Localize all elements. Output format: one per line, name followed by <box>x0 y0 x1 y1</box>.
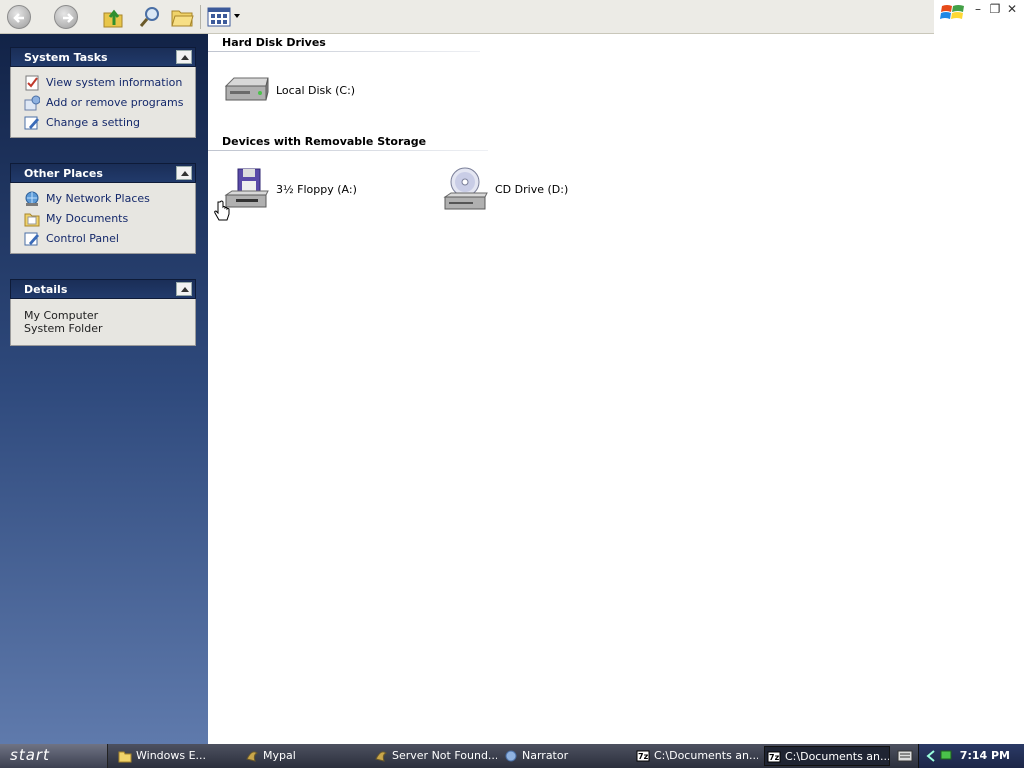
control-panel-icon <box>24 232 39 246</box>
system-tasks-header[interactable]: System Tasks <box>10 47 196 67</box>
views-button[interactable] <box>207 5 231 29</box>
add-remove-icon <box>24 95 40 111</box>
drive-floppy-a[interactable]: 3½ Floppy (A:) <box>222 165 372 215</box>
minimize-button[interactable]: – <box>970 1 986 17</box>
system-tasks-panel: System Tasks View system information Add… <box>10 47 196 138</box>
network-icon <box>25 191 39 206</box>
network-status-icon[interactable] <box>939 748 955 764</box>
details-title: Details <box>24 283 68 296</box>
other-places-title: Other Places <box>24 167 103 180</box>
place-my-documents[interactable]: My Documents <box>24 209 195 229</box>
keyboard-icon[interactable] <box>897 749 913 763</box>
forward-arrow-icon <box>63 13 74 23</box>
task-change-setting[interactable]: Change a setting <box>24 113 195 133</box>
start-label: start <box>10 746 50 764</box>
system-tasks-title: System Tasks <box>24 51 108 64</box>
7zip-icon: 7z <box>636 750 650 762</box>
drive-label: Local Disk (C:) <box>276 84 356 97</box>
svg-text:7z: 7z <box>769 753 780 762</box>
search-button[interactable] <box>138 5 162 29</box>
task-label: Change a setting <box>46 116 140 129</box>
tray-expand-icon[interactable] <box>923 748 939 764</box>
mypal-icon <box>246 751 258 762</box>
taskbar-item-windows-explorer[interactable]: Windows E... <box>116 746 238 766</box>
7zip-icon: 7z <box>767 751 781 763</box>
change-setting-icon <box>24 116 39 130</box>
window-controls: – ❐ ✕ <box>934 0 1024 34</box>
hard-drive-icon <box>224 77 269 101</box>
taskbar-item-label: C:\Documents an... <box>654 749 758 762</box>
other-places-panel: Other Places My Network Places My Docume… <box>10 163 196 254</box>
collapse-other-places-button[interactable] <box>176 166 192 180</box>
drive-local-disk-c[interactable]: Local Disk (C:) <box>222 66 372 116</box>
system-tasks-body: View system information Add or remove pr… <box>10 67 196 138</box>
mypal-icon <box>375 751 387 762</box>
back-button[interactable] <box>7 5 31 29</box>
system-tray: 7:14 PM <box>918 744 1024 768</box>
taskbar-item-label: Server Not Found... <box>392 749 497 762</box>
task-view-system-information[interactable]: View system information <box>24 73 195 93</box>
details-type: System Folder <box>24 322 103 335</box>
cd-drive-icon <box>443 167 488 210</box>
taskbar-item-server-not-found[interactable]: Server Not Found... <box>372 746 497 766</box>
taskbar-item-label: Mypal <box>263 749 296 762</box>
details-name: My Computer <box>24 309 99 322</box>
task-add-remove-programs[interactable]: Add or remove programs <box>24 93 195 113</box>
svg-text:7z: 7z <box>638 752 649 761</box>
windows-logo-icon <box>940 5 964 19</box>
details-header[interactable]: Details <box>10 279 196 299</box>
content-area: Hard Disk Drives Local Disk (C:) Devices… <box>208 34 1024 744</box>
restore-button[interactable]: ❐ <box>987 1 1003 17</box>
views-dropdown-arrow[interactable] <box>234 14 240 18</box>
folder-up-icon <box>103 9 123 28</box>
toolbar <box>0 0 934 34</box>
folders-icon <box>171 10 194 27</box>
forward-button[interactable] <box>54 5 78 29</box>
folders-button[interactable] <box>170 5 194 29</box>
folder-icon <box>118 751 132 763</box>
hard-disk-group-title: Hard Disk Drives <box>222 36 326 49</box>
hand-cursor-icon <box>214 200 230 221</box>
taskbar-item-7zip-2[interactable]: 7z C:\Documents an... <box>764 746 890 766</box>
details-panel: Details My Computer System Folder <box>10 279 196 346</box>
place-control-panel[interactable]: Control Panel <box>24 229 195 249</box>
drive-label: 3½ Floppy (A:) <box>276 183 357 196</box>
taskbar-item-label: Windows E... <box>136 749 207 762</box>
drive-cd-d[interactable]: CD Drive (D:) <box>441 165 591 215</box>
taskbar-item-mypal[interactable]: Mypal <box>243 746 368 766</box>
taskbar: start Windows E... Mypal Server Not Foun… <box>0 744 1024 768</box>
task-pane: System Tasks View system information Add… <box>0 34 208 744</box>
taskbar-item-narrator[interactable]: Narrator <box>502 746 627 766</box>
task-label: View system information <box>46 76 183 89</box>
taskbar-item-label: C:\Documents an... <box>785 750 890 763</box>
task-label: Control Panel <box>46 232 119 245</box>
place-my-network-places[interactable]: My Network Places <box>24 189 195 209</box>
removable-group-title: Devices with Removable Storage <box>222 135 427 148</box>
collapse-details-button[interactable] <box>176 282 192 296</box>
task-label: My Network Places <box>46 192 150 205</box>
task-label: My Documents <box>46 212 129 225</box>
drive-label: CD Drive (D:) <box>495 183 569 196</box>
taskbar-item-label: Narrator <box>522 749 569 762</box>
up-button[interactable] <box>101 5 125 29</box>
group-divider <box>208 51 480 52</box>
clock[interactable]: 7:14 PM <box>960 744 1010 768</box>
collapse-system-tasks-button[interactable] <box>176 50 192 64</box>
views-icon <box>207 7 231 27</box>
close-button[interactable]: ✕ <box>1004 1 1020 17</box>
group-divider <box>208 150 488 151</box>
toolbar-separator <box>200 5 201 29</box>
narrator-icon <box>505 750 517 762</box>
taskbar-item-7zip-1[interactable]: 7z C:\Documents an... <box>634 746 758 766</box>
documents-icon <box>24 213 40 227</box>
other-places-body: My Network Places My Documents Control P… <box>10 183 196 254</box>
system-info-icon <box>25 75 39 91</box>
start-button[interactable]: start <box>0 744 108 768</box>
other-places-header[interactable]: Other Places <box>10 163 196 183</box>
back-arrow-icon <box>13 13 24 23</box>
search-icon <box>139 7 159 27</box>
task-label: Add or remove programs <box>46 96 184 109</box>
details-body: My Computer System Folder <box>10 299 196 346</box>
